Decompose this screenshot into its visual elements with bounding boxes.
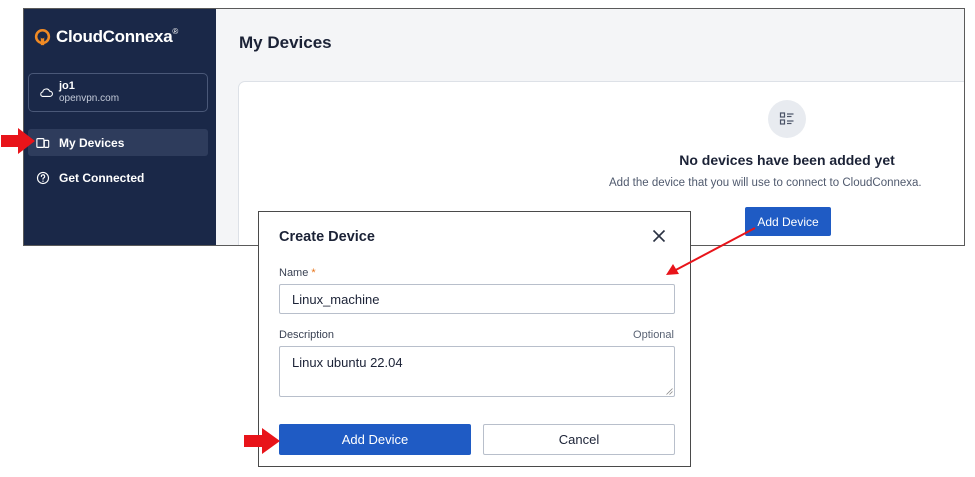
sidebar-item-my-devices[interactable]: My Devices — [28, 129, 208, 156]
annotation-arrow-right-icon — [244, 428, 280, 454]
required-mark: * — [311, 267, 316, 279]
add-device-submit-button[interactable]: Add Device — [279, 424, 471, 455]
registered-mark: ® — [172, 27, 178, 36]
main-content: My Devices No devices have been added ye… — [216, 9, 964, 245]
sidebar-item-label: My Devices — [59, 135, 125, 150]
cloud-icon — [40, 88, 53, 97]
sidebar-item-get-connected[interactable]: Get Connected — [28, 164, 208, 191]
device-name-input[interactable] — [279, 284, 675, 314]
brand-name: CloudConnexa — [56, 27, 173, 46]
annotation-pointer-arrow-icon — [666, 227, 756, 275]
list-icon — [779, 112, 794, 125]
resize-handle-icon[interactable] — [666, 388, 673, 395]
brand: CloudConnexa® — [34, 27, 178, 47]
sidebar: CloudConnexa® jo1 openvpn.com My Devices — [24, 9, 216, 245]
org-switcher[interactable]: jo1 openvpn.com — [28, 73, 208, 112]
devices-icon — [36, 137, 50, 148]
sidebar-item-label: Get Connected — [59, 170, 145, 185]
create-device-dialog: Create Device Name * Description Optiona… — [258, 211, 691, 467]
dialog-title: Create Device — [279, 229, 375, 245]
description-label: Description — [279, 329, 335, 341]
cancel-button[interactable]: Cancel — [483, 424, 675, 455]
device-description-textarea[interactable]: Linux ubuntu 22.04 — [279, 346, 675, 397]
annotation-arrow-right-icon — [1, 128, 35, 154]
empty-state-icon-badge — [768, 100, 806, 138]
optional-hint: Optional — [633, 329, 674, 341]
page-title: My Devices — [239, 33, 332, 52]
org-name: jo1 — [59, 79, 75, 92]
cloudconnexa-logo-icon — [34, 28, 51, 45]
empty-state-title: No devices have been added yet — [679, 152, 895, 168]
name-label-text: Name — [279, 267, 309, 279]
help-circle-icon — [36, 171, 50, 184]
org-domain: openvpn.com — [59, 93, 120, 105]
empty-state-subtitle: Add the device that you will use to conn… — [609, 177, 922, 189]
name-label: Name * — [279, 267, 316, 279]
